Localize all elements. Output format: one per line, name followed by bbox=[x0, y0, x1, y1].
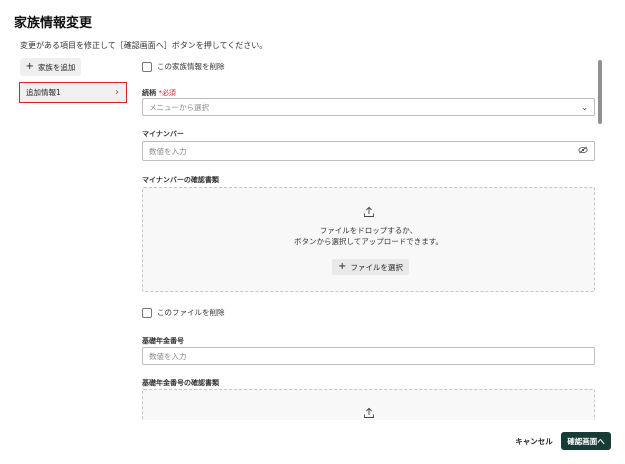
select-file-button[interactable]: + ファイルを選択 bbox=[332, 259, 409, 275]
my-number-dropzone[interactable]: ファイルをドロップするか、 ボタンから選択してアップロードできます。 + ファイ… bbox=[142, 187, 595, 292]
upload-icon bbox=[363, 206, 374, 217]
delete-family-row[interactable]: この家族情報を削除 bbox=[142, 61, 225, 72]
relationship-label: 続柄 *必須 bbox=[142, 88, 176, 98]
form-scrollbar[interactable] bbox=[598, 60, 602, 124]
cancel-button[interactable]: キャンセル bbox=[510, 432, 558, 450]
my-number-doc-label: マイナンバーの確認書類 bbox=[142, 176, 219, 184]
pension-number-label: 基礎年金番号 bbox=[142, 337, 184, 345]
delete-family-label: この家族情報を削除 bbox=[157, 62, 225, 71]
delete-family-checkbox[interactable] bbox=[142, 61, 152, 72]
pension-doc-label: 基礎年金番号の確認書類 bbox=[142, 379, 219, 387]
plus-icon: + bbox=[25, 61, 34, 72]
relationship-select[interactable]: メニューから選択 ⌄ bbox=[142, 98, 595, 116]
my-number-placeholder: 数値を入力 bbox=[149, 146, 187, 156]
eye-off-icon[interactable] bbox=[578, 146, 588, 156]
add-family-button[interactable]: + 家族を追加 bbox=[20, 58, 81, 76]
select-file-label: ファイルを選択 bbox=[350, 262, 403, 272]
instruction-text: 変更がある項目を修正して［確認画面へ］ボタンを押してください。 bbox=[20, 41, 268, 50]
drop-instruction-line1: ファイルをドロップするか、 bbox=[319, 226, 418, 235]
pension-dropzone[interactable] bbox=[142, 389, 595, 420]
add-family-label: 家族を追加 bbox=[37, 62, 76, 72]
drop-instruction-line2: ボタンから選択してアップロードできます。 bbox=[293, 237, 444, 246]
chevron-down-icon: ⌄ bbox=[581, 102, 588, 112]
pension-number-input[interactable]: 数値を入力 bbox=[142, 347, 595, 365]
plus-icon: + bbox=[338, 261, 347, 272]
delete-file-row[interactable]: このファイルを削除 bbox=[142, 307, 225, 318]
confirm-button[interactable]: 確認画面へ bbox=[561, 432, 611, 450]
family-form[interactable]: この家族情報を削除 続柄 *必須 メニューから選択 ⌄ マイナンバー 数値を入力… bbox=[141, 58, 597, 420]
dialog-title: 家族情報変更 bbox=[14, 16, 93, 31]
sidebar-item-label: 追加情報1 bbox=[26, 88, 61, 97]
my-number-input[interactable]: 数値を入力 bbox=[142, 141, 595, 161]
upload-icon bbox=[363, 407, 374, 418]
chevron-right-icon: › bbox=[115, 87, 119, 98]
delete-file-checkbox[interactable] bbox=[142, 307, 152, 318]
sidebar-item-additional-info-1[interactable]: 追加情報1 › bbox=[19, 82, 127, 103]
my-number-label: マイナンバー bbox=[142, 130, 184, 138]
relationship-label-text: 続柄 bbox=[142, 89, 156, 97]
required-mark: *必須 bbox=[158, 89, 176, 97]
delete-file-label: このファイルを削除 bbox=[157, 308, 225, 317]
pension-number-placeholder: 数値を入力 bbox=[149, 351, 187, 361]
relationship-placeholder: メニューから選択 bbox=[149, 102, 209, 112]
